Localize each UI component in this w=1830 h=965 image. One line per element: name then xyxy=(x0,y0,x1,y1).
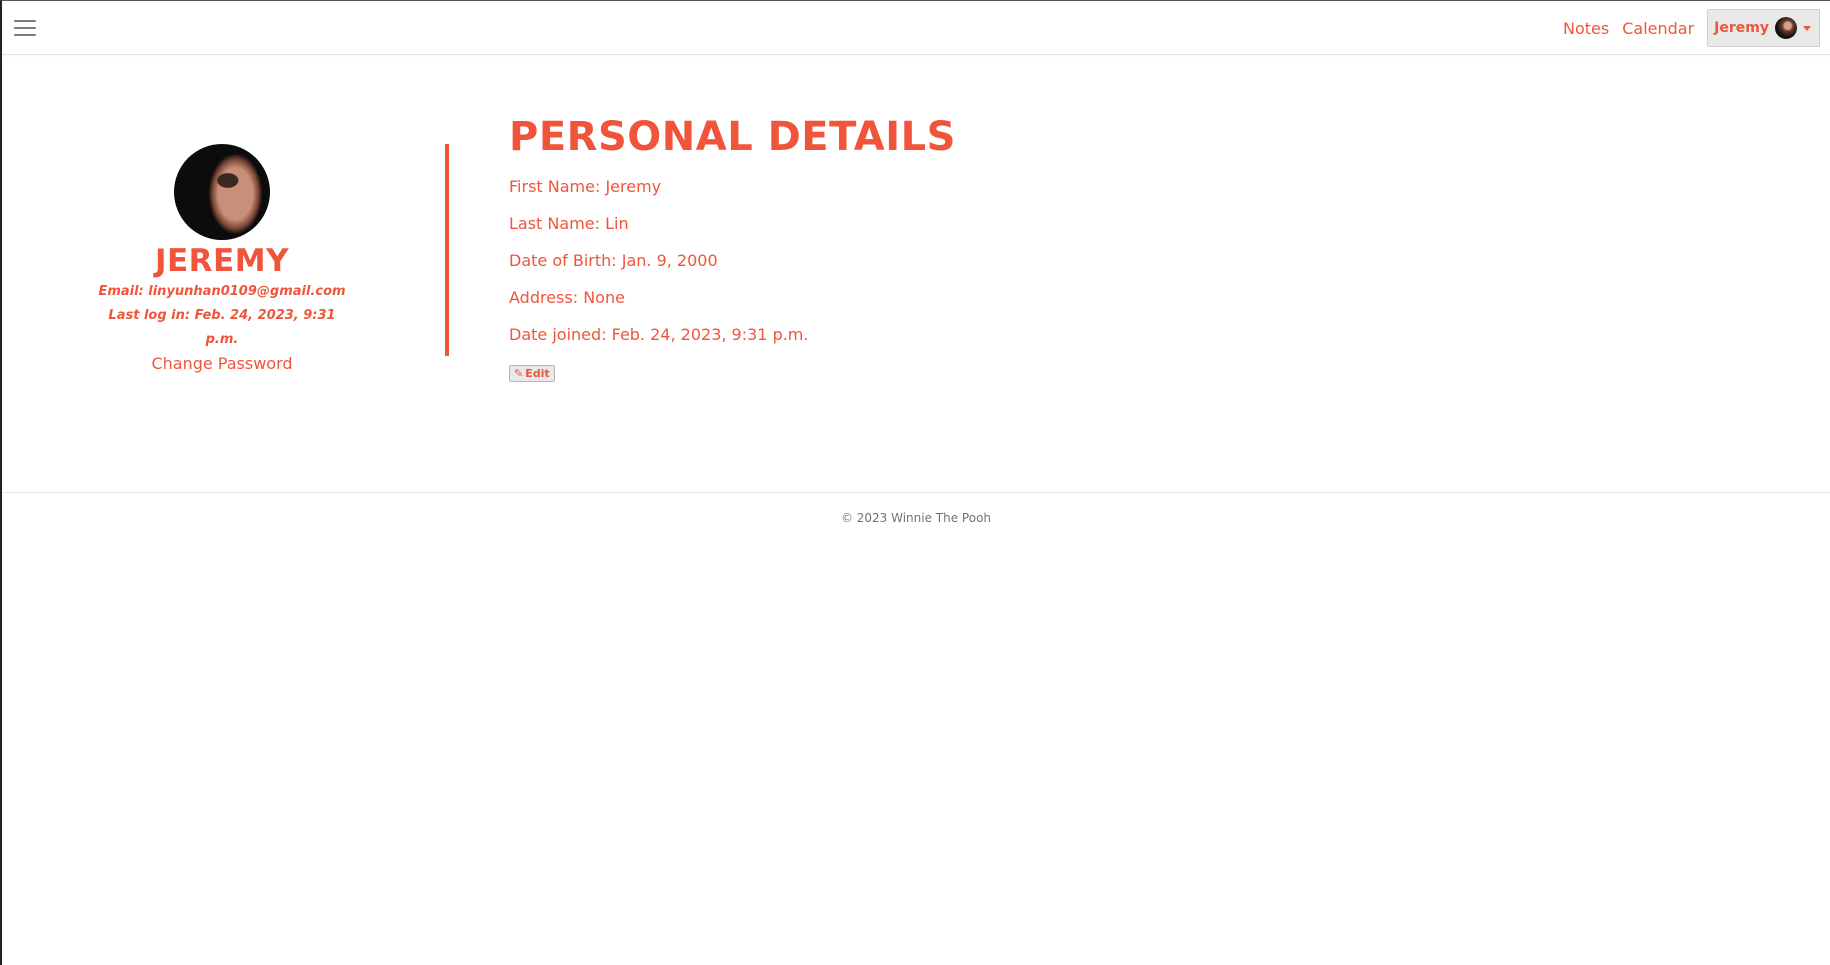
nav-link-notes[interactable]: Notes xyxy=(1563,19,1609,38)
edit-icon: ✎ xyxy=(514,367,524,380)
detail-address: Address: None xyxy=(509,288,625,307)
personal-details-section: PERSONAL DETAILS First Name: Jeremy Last… xyxy=(509,111,956,382)
nav-link-calendar[interactable]: Calendar xyxy=(1622,19,1694,38)
profile-card: JEREMY Email: linyunhan0109@gmail.com La… xyxy=(97,144,347,373)
profile-name: JEREMY xyxy=(154,243,290,279)
detail-last-name: Last Name: Lin xyxy=(509,214,629,233)
caret-down-icon xyxy=(1803,25,1811,31)
user-menu-button[interactable]: Jeremy xyxy=(1707,9,1820,47)
detail-date-joined: Date joined: Feb. 24, 2023, 9:31 p.m. xyxy=(509,325,809,344)
footer: © 2023 Winnie The Pooh xyxy=(2,492,1830,526)
page-title: PERSONAL DETAILS xyxy=(509,114,956,160)
detail-first-name: First Name: Jeremy xyxy=(509,177,662,196)
profile-avatar xyxy=(174,144,270,240)
nav-links: Notes Calendar Jeremy xyxy=(1563,9,1820,47)
user-menu-label: Jeremy xyxy=(1714,20,1769,36)
hamburger-menu-icon[interactable] xyxy=(14,20,36,36)
profile-email: Email: linyunhan0109@gmail.com xyxy=(98,284,346,299)
edit-button[interactable]: ✎ Edit xyxy=(509,365,555,382)
detail-date-of-birth: Date of Birth: Jan. 9, 2000 xyxy=(509,251,718,270)
edit-button-label: Edit xyxy=(525,367,550,380)
footer-copyright: © 2023 Winnie The Pooh xyxy=(840,511,992,525)
top-navbar: Notes Calendar Jeremy xyxy=(2,1,1830,55)
vertical-divider xyxy=(445,144,449,356)
change-password-link[interactable]: Change Password xyxy=(151,354,292,373)
user-avatar-small xyxy=(1775,17,1797,39)
profile-last-login: Last log in: Feb. 24, 2023, 9:31 p.m. xyxy=(108,308,336,347)
